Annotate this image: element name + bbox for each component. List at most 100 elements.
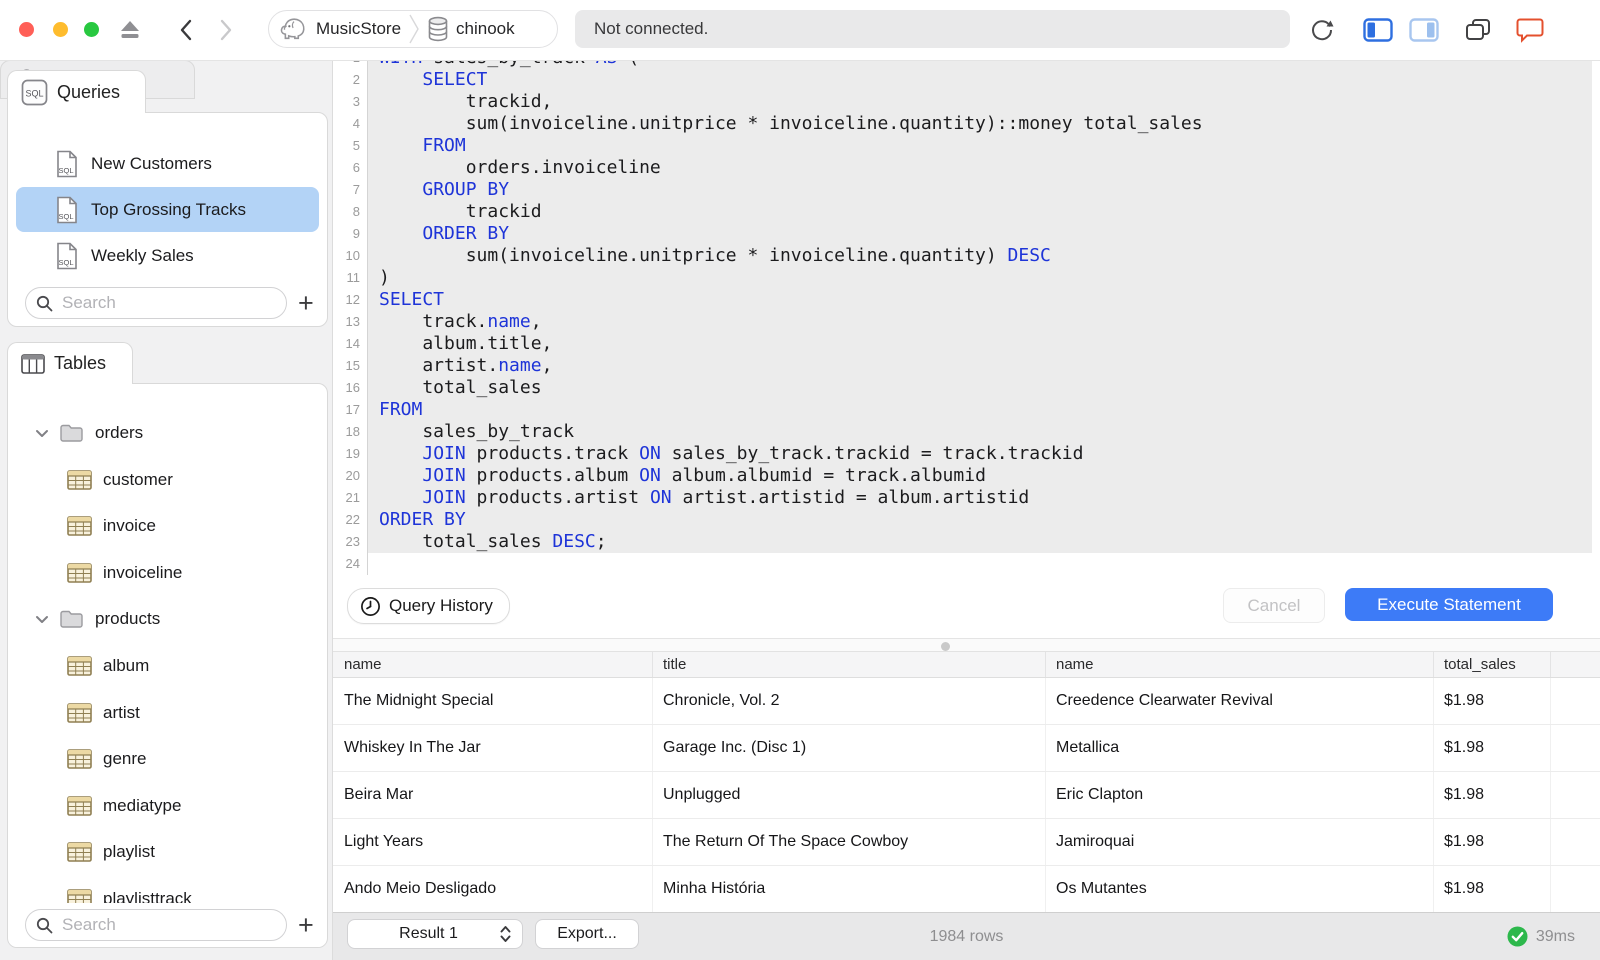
table-cell[interactable]: $1.98 xyxy=(1433,678,1550,724)
table-cell[interactable]: $1.98 xyxy=(1433,866,1550,912)
toggle-left-sidebar-button[interactable] xyxy=(1358,0,1398,60)
tables-search-input[interactable] xyxy=(60,914,264,936)
minimize-window-button[interactable] xyxy=(53,22,68,37)
table-cell[interactable]: Metallica xyxy=(1045,725,1433,771)
disconnect-eject-button[interactable] xyxy=(116,0,144,60)
code-line[interactable]: 5 FROM xyxy=(333,135,1600,157)
table-cell[interactable]: Beira Mar xyxy=(333,772,652,818)
column-header-name[interactable]: name xyxy=(333,652,652,677)
code-line[interactable]: 7 GROUP BY xyxy=(333,179,1600,201)
tree-item-invoice[interactable]: invoice xyxy=(8,503,327,549)
tables-search-box[interactable] xyxy=(25,909,287,941)
queries-search-box[interactable] xyxy=(25,287,287,319)
code-line[interactable]: 24 xyxy=(333,553,1600,575)
sidebar-item-query[interactable]: SQL Weekly Sales xyxy=(16,233,319,278)
column-header-name[interactable]: name xyxy=(1045,652,1433,677)
table-cell[interactable]: Creedence Clearwater Revival xyxy=(1045,678,1433,724)
export-button[interactable]: Export... xyxy=(535,919,639,949)
toggle-right-sidebar-button[interactable] xyxy=(1404,0,1444,60)
add-table-button[interactable]: + xyxy=(298,912,314,939)
code-line[interactable]: 23 total_sales DESC; xyxy=(333,531,1600,553)
refresh-button[interactable] xyxy=(1304,0,1340,60)
breadcrumb-database[interactable]: chinook xyxy=(427,16,515,42)
execute-statement-button[interactable]: Execute Statement xyxy=(1345,588,1553,621)
table-cell[interactable]: Whiskey In The Jar xyxy=(333,725,652,771)
tree-item-playlist[interactable]: playlist xyxy=(8,829,327,875)
code-line[interactable]: 19 JOIN products.track ON sales_by_track… xyxy=(333,443,1600,465)
table-row[interactable]: The Midnight Special Chronicle, Vol. 2 Cre… xyxy=(333,678,1600,725)
table-cell[interactable]: Os Mutantes xyxy=(1045,866,1433,912)
code-line[interactable]: 10 sum(invoiceline.unitprice * invoiceli… xyxy=(333,245,1600,267)
code-line[interactable]: 21 JOIN products.artist ON artist.artist… xyxy=(333,487,1600,509)
breadcrumb-server[interactable]: MusicStore xyxy=(279,16,401,42)
table-row[interactable]: Ando Meio Desligado Minha História Os Muta… xyxy=(333,866,1600,912)
code-line[interactable]: 17 FROM xyxy=(333,399,1600,421)
code-line[interactable]: 16 total_sales xyxy=(333,377,1600,399)
code-line[interactable]: 11) xyxy=(333,267,1600,289)
table-cell[interactable]: The Midnight Special xyxy=(333,678,652,724)
breadcrumb-separator-icon xyxy=(409,14,419,44)
code-line[interactable]: 4 sum(invoiceline.unitprice * invoicelin… xyxy=(333,113,1600,135)
back-button[interactable] xyxy=(172,0,200,60)
add-query-button[interactable]: + xyxy=(298,290,314,317)
table-cell[interactable]: Jamiroquai xyxy=(1045,819,1433,865)
forward-button[interactable] xyxy=(212,0,240,60)
code-line[interactable]: 20 JOIN products.album ON album.albumid … xyxy=(333,465,1600,487)
feedback-chat-button[interactable] xyxy=(1510,0,1550,60)
column-header-total_sales[interactable]: total_sales xyxy=(1433,652,1550,677)
table-row[interactable]: Beira Mar Unplugged Eric Clapton $1.98 xyxy=(333,772,1600,819)
sql-file-icon: SQL xyxy=(57,242,77,269)
column-header-title[interactable]: title xyxy=(652,652,1045,677)
table-cell[interactable]: Light Years xyxy=(333,819,652,865)
tree-item-products[interactable]: products xyxy=(8,596,327,642)
splitter-handle[interactable] xyxy=(941,642,950,651)
code-line[interactable]: 13 track.name, xyxy=(333,311,1600,333)
tree-item-album[interactable]: album xyxy=(8,643,327,689)
table-row[interactable]: Whiskey In The Jar Garage Inc. (Disc 1) Me… xyxy=(333,725,1600,772)
window-tabs-button[interactable] xyxy=(1458,0,1498,60)
editor-results-splitter[interactable] xyxy=(333,638,1600,652)
tree-item-mediatype[interactable]: mediatype xyxy=(8,783,327,829)
query-history-button[interactable]: Query History xyxy=(347,588,510,624)
code-line[interactable]: 12 SELECT xyxy=(333,289,1600,311)
table-cell[interactable]: Chronicle, Vol. 2 xyxy=(652,678,1045,724)
code-line[interactable]: 9 ORDER BY xyxy=(333,223,1600,245)
table-cell[interactable]: Minha História xyxy=(652,866,1045,912)
table-row[interactable]: Light Years The Return Of The Space Cowbo… xyxy=(333,819,1600,866)
tree-item-artist[interactable]: artist xyxy=(8,690,327,736)
close-window-button[interactable] xyxy=(19,22,34,37)
tree-item-genre[interactable]: genre xyxy=(8,736,327,782)
code-line[interactable]: 6 orders.invoiceline xyxy=(333,157,1600,179)
code-line[interactable]: 14 album.title, xyxy=(333,333,1600,355)
table-cell[interactable]: $1.98 xyxy=(1433,725,1550,771)
code-line[interactable]: 1WITH sales_by_track AS ( xyxy=(333,60,1600,69)
table-cell[interactable]: Unplugged xyxy=(652,772,1045,818)
sidebar-item-query[interactable]: SQL New Customers xyxy=(16,141,319,186)
queries-search-input[interactable] xyxy=(60,292,264,314)
code-line[interactable]: 3 trackid, xyxy=(333,91,1600,113)
zoom-window-button[interactable] xyxy=(84,22,99,37)
table-cell[interactable]: $1.98 xyxy=(1433,772,1550,818)
table-cell[interactable]: Garage Inc. (Disc 1) xyxy=(652,725,1045,771)
tab-tables[interactable]: Tables xyxy=(7,342,133,384)
table-cell[interactable]: $1.98 xyxy=(1433,819,1550,865)
sql-editor[interactable]: 1WITH sales_by_track AS (2 SELECT3 track… xyxy=(333,60,1600,638)
code-line[interactable]: 2 SELECT xyxy=(333,69,1600,91)
tab-queries[interactable]: SQL Queries xyxy=(7,70,146,113)
result-selector[interactable]: Result 1 xyxy=(347,919,523,949)
code-line[interactable]: 15 artist.name, xyxy=(333,355,1600,377)
cancel-button[interactable]: Cancel xyxy=(1223,588,1325,623)
code-line[interactable]: 18 sales_by_track xyxy=(333,421,1600,443)
code-line[interactable]: 22 ORDER BY xyxy=(333,509,1600,531)
table-cell[interactable]: Eric Clapton xyxy=(1045,772,1433,818)
eject-icon xyxy=(121,21,139,38)
sidebar-item-query[interactable]: SQL Top Grossing Tracks xyxy=(16,187,319,232)
tree-item-orders[interactable]: orders xyxy=(8,410,327,456)
table-cell[interactable]: Ando Meio Desligado xyxy=(333,866,652,912)
tree-item-invoiceline[interactable]: invoiceline xyxy=(8,550,327,596)
panel-right-icon xyxy=(1409,18,1439,42)
table-cell[interactable]: The Return Of The Space Cowboy xyxy=(652,819,1045,865)
table-cell-filler xyxy=(1550,725,1600,771)
code-line[interactable]: 8 trackid xyxy=(333,201,1600,223)
tree-item-customer[interactable]: customer xyxy=(8,457,327,503)
